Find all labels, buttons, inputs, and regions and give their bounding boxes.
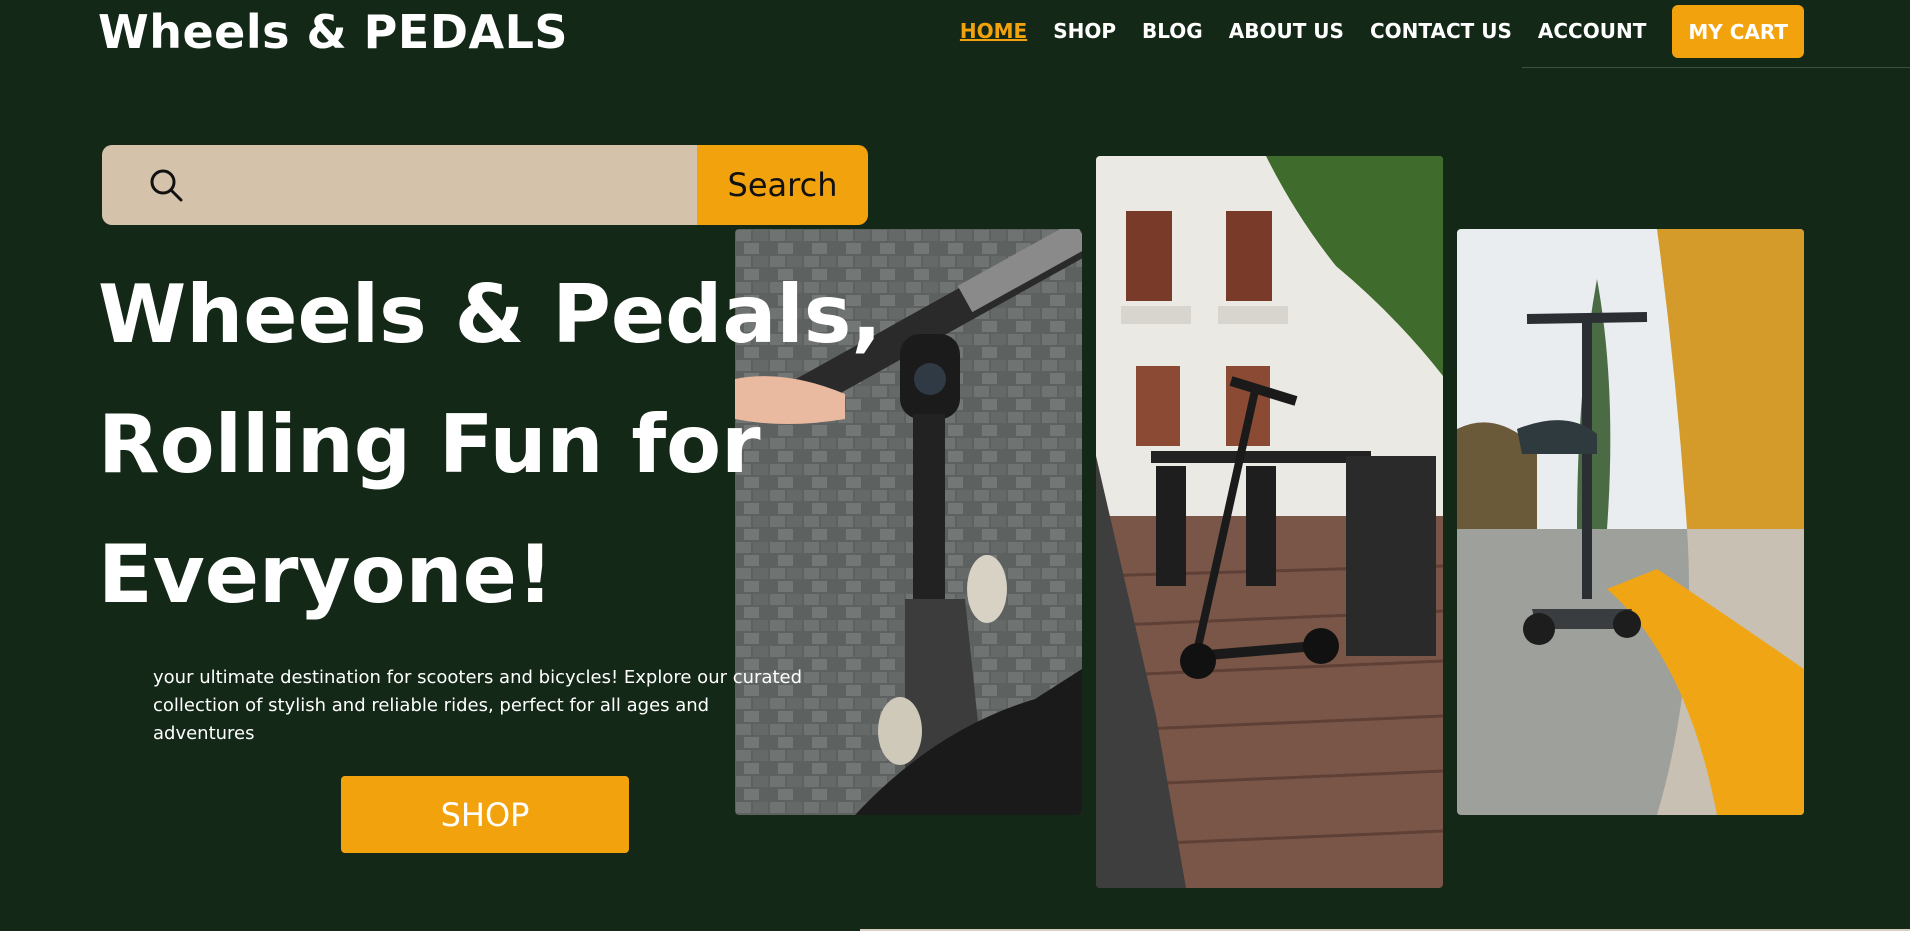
nav-link-about-us[interactable]: ABOUT US [1229,5,1344,58]
nav-link-home[interactable]: HOME [960,5,1027,58]
nav-divider [1522,67,1910,68]
search-input[interactable] [202,145,682,225]
search-icon [150,169,183,202]
nav-link-blog[interactable]: BLOG [1142,5,1203,58]
hero-headline-line-2: Rolling Fun for [98,398,761,491]
my-cart-button[interactable]: MY CART [1672,5,1804,58]
nav-link-account[interactable]: ACCOUNT [1538,5,1646,58]
search-button[interactable]: Search [697,145,868,225]
main-nav: HOME SHOP BLOG ABOUT US CONTACT US ACCOU… [960,5,1804,58]
nav-link-shop[interactable]: SHOP [1053,5,1116,58]
scooter-cafe-terrace-photo [1096,156,1443,888]
site-logo[interactable]: Wheels & PEDALS [98,2,568,62]
hero-headline-line-3: Everyone! [98,528,554,621]
hero-headline-line-1: Wheels & Pedals, [98,268,882,361]
nav-link-contact-us[interactable]: CONTACT US [1370,5,1512,58]
hero-headline: Wheels & Pedals, Rolling Fun for Everyon… [98,250,882,640]
search-field[interactable] [102,145,697,225]
search-bar: Search [102,145,868,225]
hero-tagline: your ultimate destination for scooters a… [153,667,803,744]
shop-cta-button[interactable]: SHOP [341,776,629,853]
scooter-autumn-street-photo [1457,229,1804,815]
